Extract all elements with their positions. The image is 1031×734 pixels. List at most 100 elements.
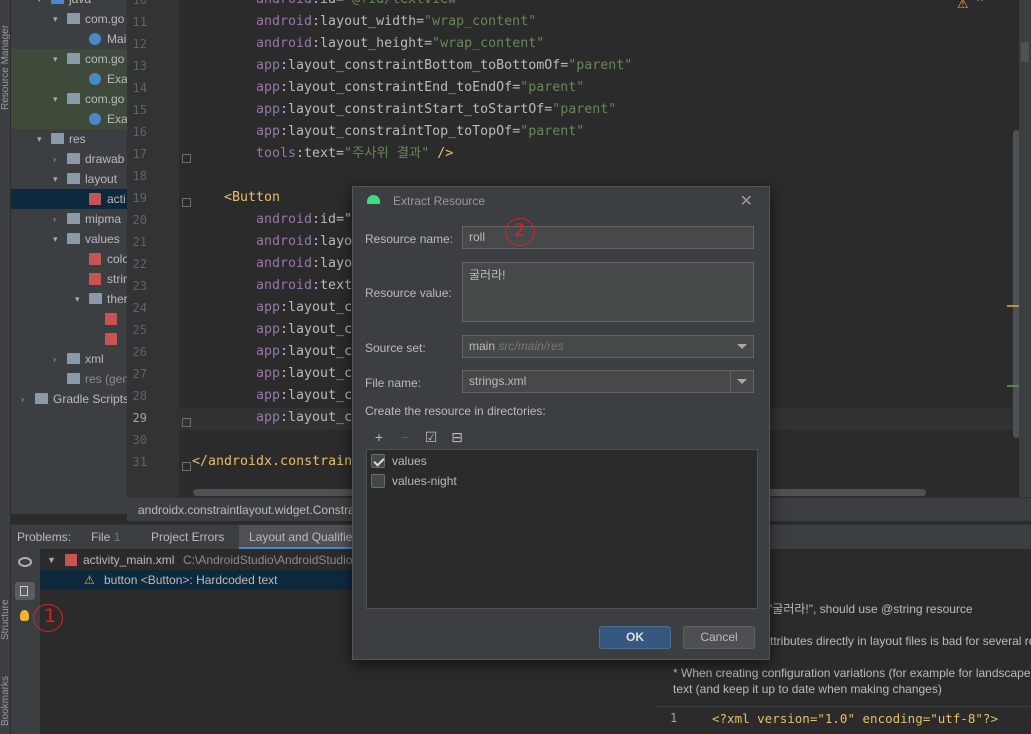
remove-icon[interactable]: − — [397, 429, 413, 445]
folder-icon — [67, 213, 80, 224]
code-line[interactable]: app:layout_c — [256, 385, 352, 407]
tree-item[interactable]: Exa — [11, 109, 127, 129]
fold-marker-icon[interactable] — [182, 154, 191, 163]
checkbox-values-night[interactable] — [371, 474, 385, 488]
tree-item[interactable]: colo — [11, 249, 127, 269]
code-line[interactable]: app:layout_c — [256, 341, 352, 363]
structure-tab[interactable]: Structure — [0, 599, 11, 640]
code-line[interactable]: app:layout_c — [256, 407, 352, 429]
tree-item[interactable]: ▾ values — [11, 229, 127, 249]
code-line[interactable]: android:id=" — [256, 209, 352, 231]
tree-item[interactable]: res (genera — [11, 369, 127, 389]
tree-item[interactable]: ▾ com.go — [11, 9, 127, 29]
ok-button[interactable]: OK — [599, 626, 671, 649]
tree-item[interactable] — [11, 329, 127, 349]
tree-item[interactable]: › drawab — [11, 149, 127, 169]
cancel-button[interactable]: Cancel — [683, 626, 755, 649]
chevron-down-icon[interactable]: ▾ — [75, 289, 80, 309]
code-token: :layout_height= — [312, 36, 433, 51]
tree-item[interactable]: › xml — [11, 349, 127, 369]
add-icon[interactable]: + — [371, 429, 387, 445]
line-number: 30 — [132, 433, 147, 447]
code-line[interactable]: android:id="@+id/textView" — [256, 0, 464, 11]
warning-icon: ⚠ — [84, 573, 95, 587]
code-line[interactable]: android:layo — [256, 231, 352, 253]
file-name-combobox[interactable]: strings.xml — [462, 370, 754, 393]
resource-value-textarea[interactable]: 굴러라! — [462, 262, 754, 322]
preview-toggle-icon[interactable] — [15, 582, 35, 600]
tree-item[interactable]: ▾ ther — [11, 289, 127, 309]
chevron-right-icon[interactable]: › — [53, 349, 56, 369]
code-token: tools — [256, 146, 297, 161]
tree-item[interactable]: ▾ com.go — [11, 49, 127, 69]
code-line[interactable]: app:layout_c — [256, 297, 352, 319]
preview-code: <?xml version="1.0" encoding="utf-8"?> — [712, 711, 998, 726]
line-number: 22 — [132, 257, 147, 271]
code-line[interactable]: app:layout_constraintStart_toStartOf="pa… — [256, 99, 616, 121]
fold-marker-icon[interactable] — [182, 198, 191, 207]
tree-item[interactable]: ▾ res — [11, 129, 127, 149]
tab-project-errors[interactable]: Project Errors — [151, 525, 224, 550]
chevron-down-icon[interactable]: ▾ — [53, 49, 58, 69]
code-line[interactable]: app:layout_constraintTop_toTopOf="parent… — [256, 121, 584, 143]
tree-item[interactable]: › mipma — [11, 209, 127, 229]
chevron-down-icon[interactable]: ▾ — [37, 129, 42, 149]
chevron-down-icon[interactable]: ▾ — [53, 229, 58, 249]
tree-item[interactable]: Exa — [11, 69, 127, 89]
folder-icon — [67, 153, 80, 164]
detail-preview-editor[interactable]: 1 <?xml version="1.0" encoding="utf-8"?> — [657, 706, 1031, 734]
code-line[interactable]: android:text — [256, 275, 352, 297]
chevron-down-icon[interactable]: ▾ — [53, 89, 58, 109]
source-set-dropdown[interactable]: main src/main/res — [462, 335, 754, 358]
code-line[interactable]: android:layout_height="wrap_content" — [256, 33, 544, 55]
detail-line-4: text (and keep it up to date when making… — [673, 682, 942, 696]
fold-marker-icon[interactable] — [182, 418, 191, 427]
tree-item[interactable] — [11, 309, 127, 329]
warning-icon[interactable]: ⚠ — [957, 0, 969, 12]
tree-item-label: com.go — [85, 12, 125, 26]
tree-item[interactable]: Mai — [11, 29, 127, 49]
combo-separator — [730, 371, 731, 392]
checkbox-values[interactable] — [371, 454, 385, 468]
tree-item-label: res — [69, 132, 86, 146]
close-icon[interactable]: ✕ — [740, 191, 753, 211]
collapse-icon[interactable]: ⊟ — [449, 429, 465, 445]
chevron-right-icon[interactable]: › — [53, 149, 56, 169]
code-line[interactable]: app:layout_c — [256, 363, 352, 385]
tab-layout-qualifiers[interactable]: Layout and Qualifie — [239, 525, 363, 550]
code-line[interactable]: tools:text="주사위 결과" /> — [256, 143, 453, 165]
code-line[interactable]: app:layout_c — [256, 319, 352, 341]
tree-item-label: ther — [107, 292, 127, 306]
caret-up-icon[interactable]: ^ — [977, 0, 983, 8]
chevron-down-icon[interactable]: ▾ — [37, 0, 42, 9]
lightbulb-icon[interactable] — [20, 610, 29, 621]
code-line[interactable]: </androidx.constrain — [192, 451, 352, 473]
code-line[interactable]: android:layo — [256, 253, 352, 275]
tree-item[interactable]: strin — [11, 269, 127, 289]
tree-item[interactable]: acti — [11, 189, 127, 209]
check-all-icon[interactable]: ☑ — [423, 429, 439, 445]
fold-marker-icon[interactable] — [182, 462, 191, 471]
bookmarks-tab[interactable]: Bookmarks — [0, 676, 11, 726]
code-line[interactable]: app:layout_constraintEnd_toEndOf="parent… — [256, 77, 584, 99]
chevron-right-icon[interactable]: › — [53, 209, 56, 229]
tree-item[interactable]: ▾ layout — [11, 169, 127, 189]
tab-file[interactable]: File 1 — [91, 525, 120, 550]
code-line[interactable]: app:layout_constraintBottom_toBottomOf="… — [256, 55, 632, 77]
tree-item[interactable]: ▾ com.go — [11, 89, 127, 109]
chevron-down-icon[interactable]: ▾ — [53, 169, 58, 189]
resource-manager-tab[interactable]: Resource Manager — [0, 25, 11, 110]
line-number: 17 — [132, 147, 147, 161]
tree-item[interactable]: ▾ java — [11, 0, 127, 9]
code-token: /> — [429, 146, 454, 161]
chevron-down-icon[interactable]: ▾ — [53, 9, 58, 29]
code-line[interactable]: android:layout_width="wrap_content" — [256, 11, 536, 33]
right-panel-icon[interactable] — [1021, 42, 1029, 62]
chevron-right-icon[interactable]: › — [21, 389, 24, 409]
eye-icon[interactable] — [18, 557, 32, 567]
code-line[interactable]: <Button — [224, 187, 280, 209]
code-token: app — [256, 300, 281, 315]
detail-line-3: * When creating configuration variations… — [673, 666, 1031, 680]
tree-item[interactable]: › Gradle Scripts — [11, 389, 127, 409]
folder-icon — [89, 293, 102, 304]
